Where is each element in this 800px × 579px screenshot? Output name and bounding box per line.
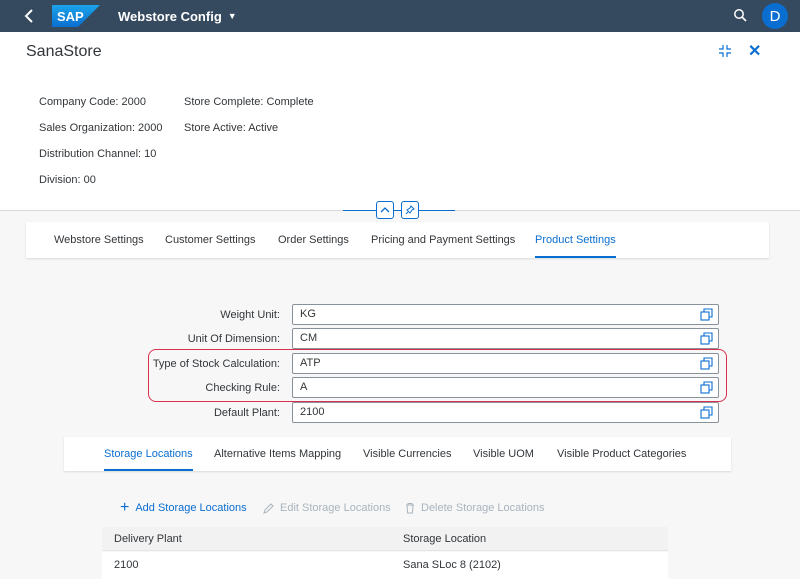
exit-fullscreen-icon[interactable]: [718, 44, 732, 58]
weight-unit-value: KG: [300, 308, 316, 320]
weight-unit-input[interactable]: KG: [292, 304, 719, 325]
cell-delivery-plant: 2100: [114, 559, 139, 571]
tab-visible-product-categories[interactable]: Visible Product Categories: [557, 437, 686, 471]
tab-pricing-payment-settings[interactable]: Pricing and Payment Settings: [371, 222, 515, 258]
delete-storage-locations-button[interactable]: Delete Storage Locations: [405, 502, 545, 514]
shell-bar: SAP Webstore Config ▼ D: [0, 0, 800, 32]
edit-icon: [263, 502, 274, 514]
attr-store-complete: Store Complete: Complete: [184, 96, 314, 108]
column-header-delivery-plant[interactable]: Delivery Plant: [114, 533, 182, 545]
subsection-tabbar: Storage Locations Alternative Items Mapp…: [64, 437, 731, 471]
tab-product-settings[interactable]: Product Settings: [535, 222, 616, 258]
app-title-menu[interactable]: Webstore Config ▼: [118, 9, 237, 24]
tab-storage-locations[interactable]: Storage Locations: [104, 437, 193, 471]
attr-division: Division: 00: [39, 174, 96, 186]
value-help-icon[interactable]: [700, 406, 713, 419]
table-header: Delivery Plant Storage Location: [102, 527, 668, 551]
edit-storage-locations-label: Edit Storage Locations: [280, 502, 391, 514]
sap-logo[interactable]: SAP: [52, 5, 100, 27]
pin-header-button[interactable]: [401, 201, 419, 219]
delete-icon: [406, 503, 414, 514]
chevron-up-icon: [380, 207, 390, 213]
tab-webstore-settings[interactable]: Webstore Settings: [54, 222, 144, 258]
cell-storage-location: Sana SLoc 8 (2102): [403, 559, 501, 571]
add-storage-locations-label: Add Storage Locations: [135, 502, 247, 514]
object-header: SanaStore ✕ Company Code: 2000 Sales Org…: [0, 32, 800, 210]
tab-customer-settings[interactable]: Customer Settings: [165, 222, 255, 258]
back-icon[interactable]: [16, 0, 42, 32]
attr-store-active: Store Active: Active: [184, 122, 279, 134]
add-storage-locations-button[interactable]: + Add Storage Locations: [120, 499, 247, 516]
unit-of-dimension-value: CM: [300, 332, 318, 344]
avatar[interactable]: D: [762, 3, 788, 29]
edit-storage-locations-button[interactable]: Edit Storage Locations: [263, 502, 391, 514]
app-title: Webstore Config: [118, 8, 222, 24]
tab-order-settings[interactable]: Order Settings: [278, 222, 349, 258]
add-icon: +: [120, 499, 130, 516]
value-help-icon[interactable]: [700, 332, 713, 345]
close-icon[interactable]: ✕: [748, 41, 761, 61]
svg-text:SAP: SAP: [57, 9, 84, 24]
column-header-storage-location[interactable]: Storage Location: [403, 533, 486, 545]
unit-of-dimension-label: Unit Of Dimension:: [187, 333, 280, 345]
weight-unit-label: Weight Unit:: [220, 309, 280, 321]
value-help-icon[interactable]: [700, 308, 713, 321]
unit-of-dimension-input[interactable]: CM: [292, 328, 719, 349]
default-plant-label: Default Plant:: [213, 407, 280, 419]
default-plant-input[interactable]: 2100: [292, 402, 719, 423]
tab-visible-uom[interactable]: Visible UOM: [473, 437, 534, 471]
page-title: SanaStore: [26, 43, 102, 60]
highlight-annotation: [148, 349, 727, 402]
pin-icon: [405, 205, 415, 215]
caret-down-icon: ▼: [227, 11, 237, 21]
search-icon[interactable]: [733, 8, 749, 24]
tab-visible-currencies[interactable]: Visible Currencies: [363, 437, 451, 471]
attr-sales-org: Sales Organization: 2000: [39, 122, 163, 134]
collapse-header-button[interactable]: [376, 201, 394, 219]
attr-company-code: Company Code: 2000: [39, 96, 147, 108]
delete-storage-locations-label: Delete Storage Locations: [421, 502, 545, 514]
default-plant-value: 2100: [300, 406, 325, 418]
tab-alternative-items-mapping[interactable]: Alternative Items Mapping: [214, 437, 341, 471]
header-divider-accent: [343, 210, 455, 211]
attr-distribution-channel: Distribution Channel: 10: [39, 148, 157, 160]
table-row[interactable]: 2100 Sana SLoc 8 (2102): [102, 552, 668, 579]
section-tabbar: Webstore Settings Customer Settings Orde…: [26, 222, 769, 258]
